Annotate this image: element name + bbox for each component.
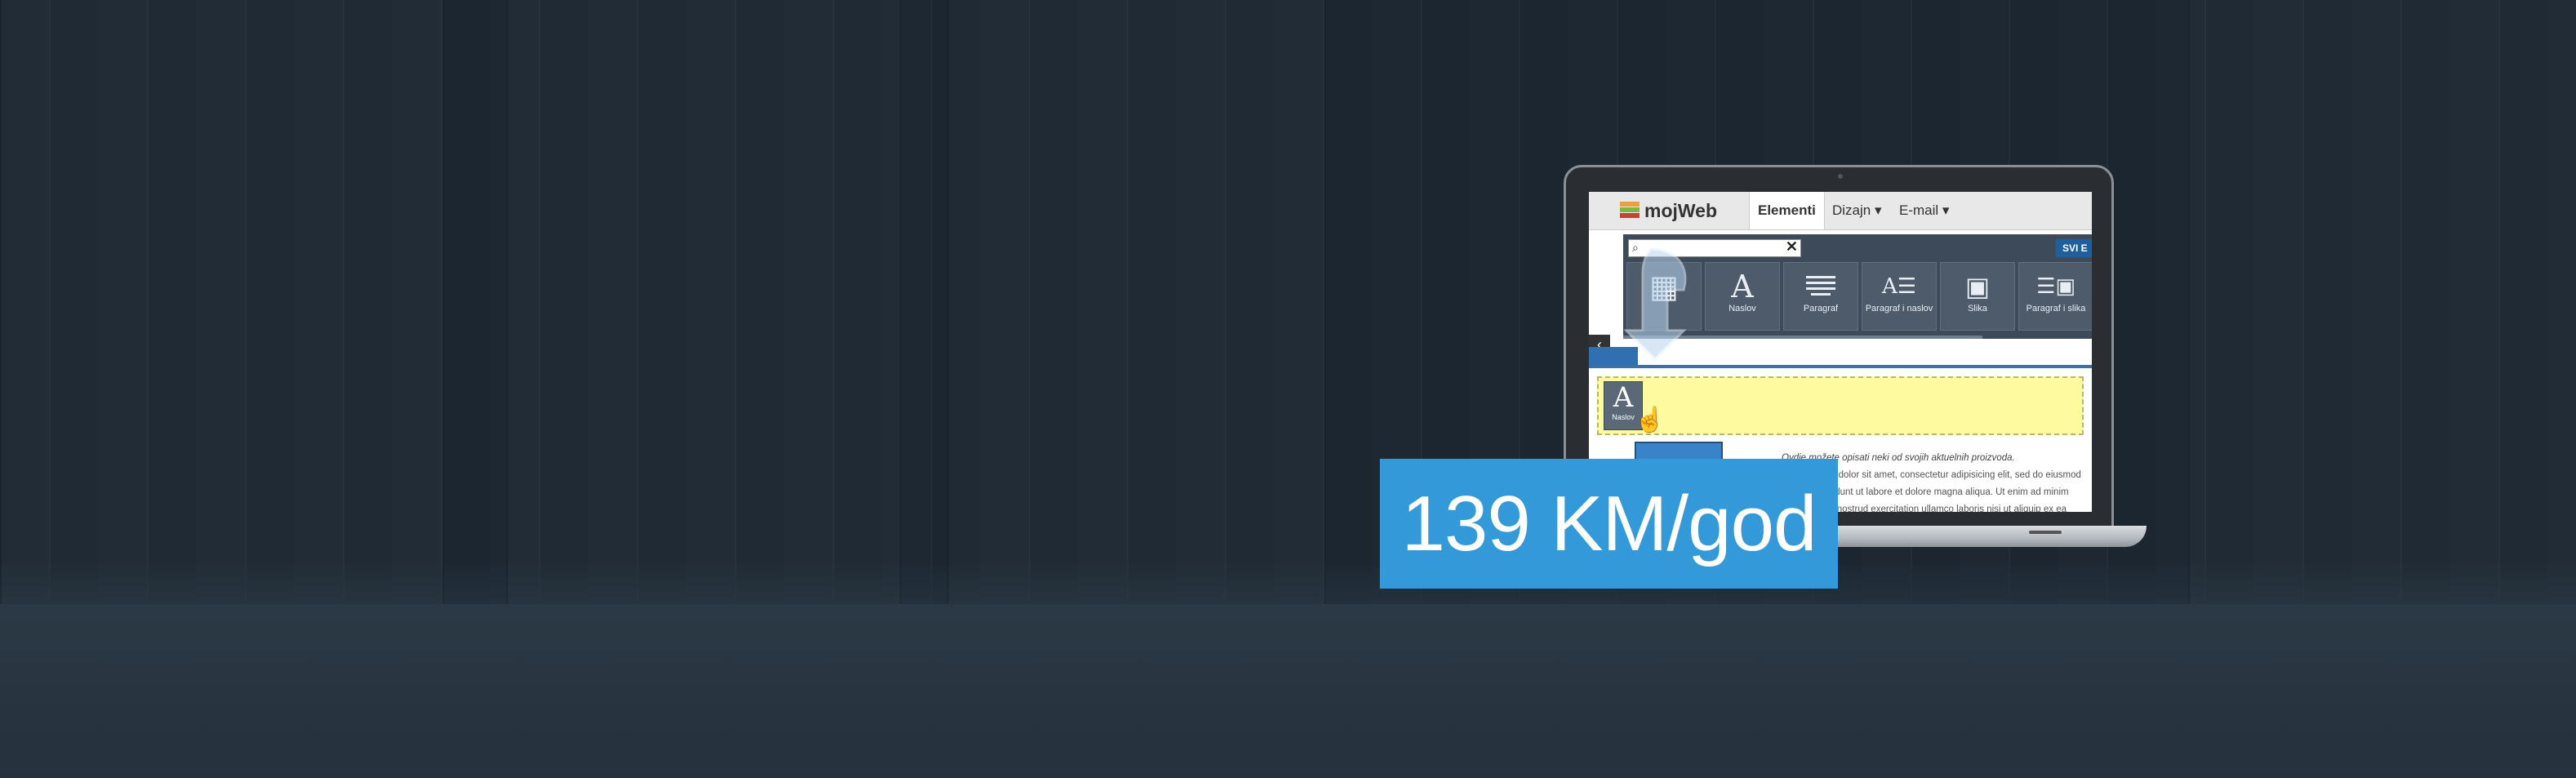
tool-paragraf-i-slika[interactable]: ☰▣ Paragraf i slika (2018, 262, 2092, 331)
tool-naslov[interactable]: A Naslov (1705, 262, 1780, 331)
server-rack (2188, 0, 2576, 604)
drag-arrow-icon (1623, 247, 1687, 362)
close-icon[interactable]: ✕ (1786, 238, 1798, 256)
all-elements-button[interactable]: SVI E (2056, 239, 2092, 257)
server-rack (0, 0, 444, 604)
server-room-background (0, 0, 2576, 778)
paragraph-image-icon: ☰▣ (2036, 274, 2075, 299)
section-divider (1589, 365, 2092, 368)
brand-name: mojWeb (1644, 200, 1718, 221)
hand-cursor-icon: ☝ (1635, 407, 1666, 433)
tool-paragraf[interactable]: Paragraf (1783, 262, 1858, 331)
tab-dizajn[interactable]: Dizajn ▾ (1824, 192, 1890, 229)
paragraph-heading-icon: A☰ (1881, 274, 1917, 299)
floor (0, 604, 2576, 778)
price-banner: 139 KM/god (1380, 459, 1838, 589)
paragraph-icon (1784, 269, 1857, 304)
element-palette: ⌕ ✕ SVI E ▦ A Naslov Paragraf (1623, 234, 2092, 339)
trackpad-notch (2029, 531, 2062, 534)
image-icon: ▣ (1964, 271, 1991, 302)
tool-paragraf-i-naslov[interactable]: A☰ Paragraf i naslov (1862, 262, 1937, 331)
heading-icon: A (1731, 269, 1754, 305)
server-rack (506, 0, 901, 604)
tab-elementi[interactable]: Elementi (1749, 192, 1825, 229)
brand-logo-icon (1620, 202, 1639, 220)
camera-icon (1838, 174, 1843, 179)
app-topbar: mojWeb Elementi Dizajn ▾ E-mail ▾ (1589, 192, 2092, 230)
tool-slika[interactable]: ▣ Slika (1940, 262, 2015, 331)
drop-zone[interactable] (1597, 376, 2084, 435)
tab-email[interactable]: E-mail ▾ (1891, 192, 1957, 229)
server-rack (947, 0, 1326, 604)
